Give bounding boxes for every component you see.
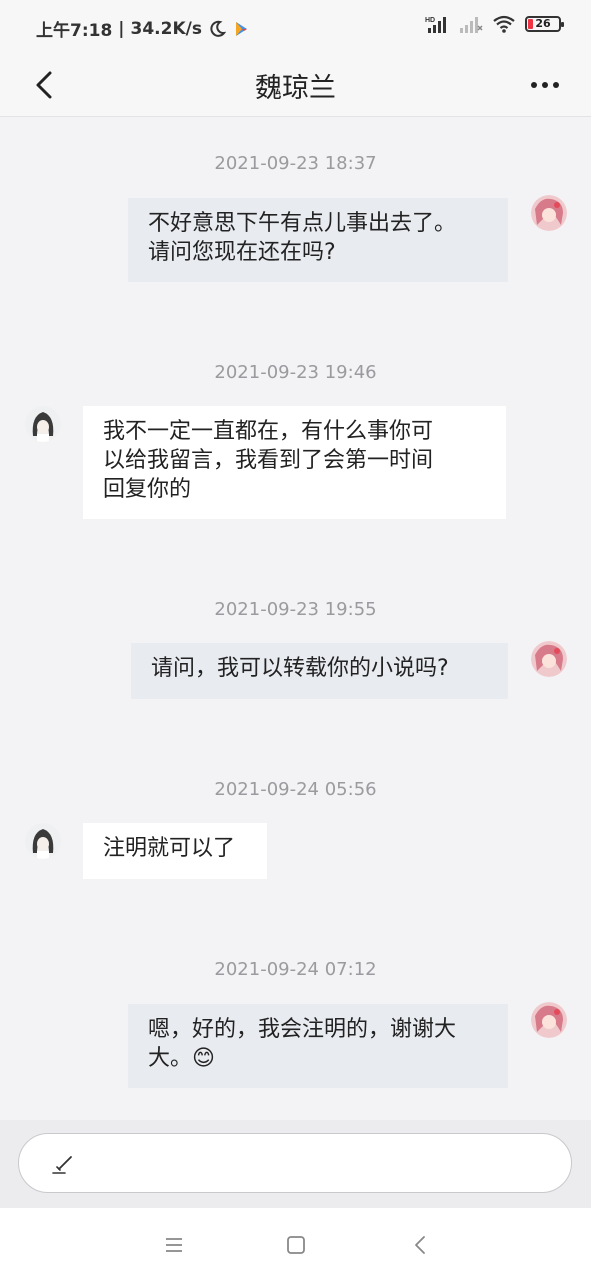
message-input[interactable] xyxy=(18,1133,572,1193)
system-nav-bar xyxy=(0,1208,591,1280)
page-title: 魏琼兰 xyxy=(255,73,336,104)
avatar[interactable] xyxy=(531,1002,567,1038)
message-timestamp: 2021-09-24 05:56 xyxy=(214,779,377,800)
message-timestamp: 2021-09-24 07:12 xyxy=(214,959,377,980)
moon-icon xyxy=(210,20,226,37)
self-avatar-icon xyxy=(531,195,567,231)
chat-area[interactable]: 2021-09-23 18:37 不好意思下午有点儿事出去了。 请问您现在还在吗… xyxy=(0,117,591,1120)
wifi-icon xyxy=(493,15,515,33)
nav-back-button[interactable] xyxy=(405,1230,435,1260)
status-speed: 34.2K/s xyxy=(130,18,202,39)
chat-header: 魏琼兰 xyxy=(0,54,591,117)
status-left: 上午7:18 | 34.2K/s xyxy=(36,16,250,41)
message-bubble-other[interactable]: 注明就可以了 xyxy=(83,823,267,879)
avatar[interactable] xyxy=(25,823,61,859)
message-timestamp: 2021-09-23 19:46 xyxy=(214,362,377,383)
svg-text:HD: HD xyxy=(425,17,435,24)
message-timestamp: 2021-09-23 19:55 xyxy=(214,599,377,620)
menu-icon xyxy=(166,1238,182,1252)
menu-button[interactable] xyxy=(159,1230,189,1260)
contact-avatar-icon xyxy=(25,823,61,859)
self-avatar-icon xyxy=(531,1002,567,1038)
home-button[interactable] xyxy=(281,1230,311,1260)
message-bubble-other[interactable]: 我不一定一直都在，有什么事你可 以给我留言，我看到了会第一时间 回复你的 xyxy=(83,406,506,519)
avatar[interactable] xyxy=(531,195,567,231)
message-timestamp: 2021-09-23 18:37 xyxy=(214,153,377,174)
avatar[interactable] xyxy=(25,406,61,442)
input-bar xyxy=(0,1120,591,1208)
status-right: HD 26 xyxy=(424,14,564,34)
self-avatar-icon xyxy=(531,641,567,677)
message-bubble-self[interactable]: 不好意思下午有点儿事出去了。 请问您现在还在吗? xyxy=(128,198,508,282)
message-bubble-self[interactable]: 嗯，好的，我会注明的，谢谢大 大。😊 xyxy=(128,1004,508,1088)
home-icon xyxy=(287,1236,305,1254)
more-button[interactable] xyxy=(527,68,563,102)
battery-level: 26 xyxy=(535,17,551,30)
avatar[interactable] xyxy=(531,641,567,677)
pen-icon xyxy=(52,1156,72,1174)
contact-avatar-icon xyxy=(25,406,61,442)
status-time: 上午7:18 xyxy=(36,21,113,41)
status-bar: 上午7:18 | 34.2K/s HD 26 xyxy=(0,0,591,54)
play-store-icon xyxy=(235,21,247,36)
message-bubble-self[interactable]: 请问，我可以转载你的小说吗? xyxy=(131,643,508,699)
back-icon xyxy=(415,1236,425,1254)
battery-icon: 26 xyxy=(525,16,564,32)
more-dots-icon xyxy=(531,82,559,88)
signal-empty-icon xyxy=(460,17,483,33)
hd-signal-icon: HD xyxy=(425,17,446,33)
